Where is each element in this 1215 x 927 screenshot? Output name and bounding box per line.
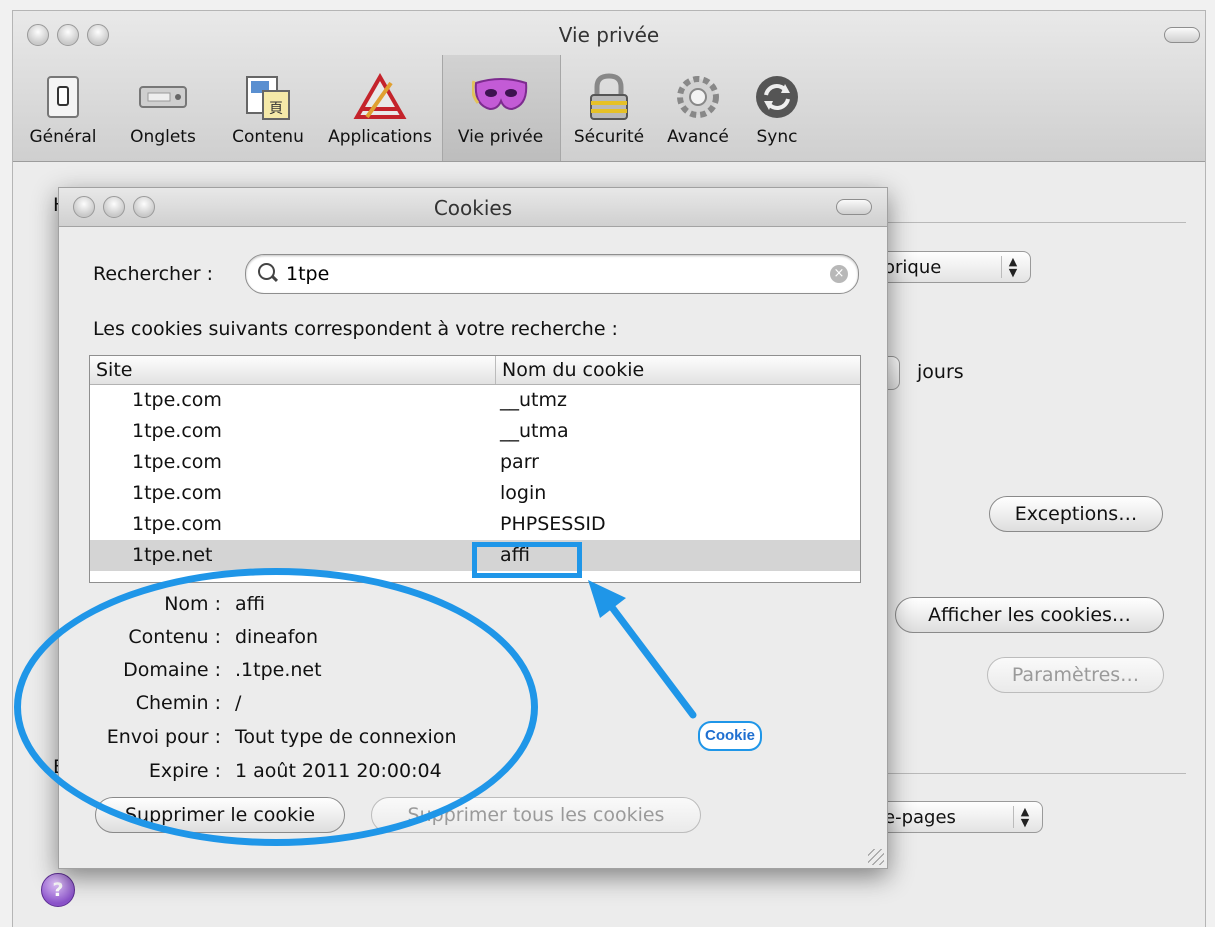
tab-applications[interactable]: Applications [318,67,442,147]
cookies-title: Cookies [433,196,513,220]
cell-site: 1tpe.com [132,513,222,535]
window-title: Vie privée [558,23,660,47]
svg-text:頁: 頁 [269,101,283,117]
sync-icon [756,76,798,118]
tab-general[interactable]: Général [13,67,113,147]
section-divider-bottom [883,773,1186,774]
cell-site: 1tpe.com [132,420,222,442]
cell-cookie-name: PHPSESSID [500,513,606,535]
preferences-toolbar: Général Onglets 頁 Contenu Applications V… [13,67,1205,153]
privacy-mask-icon [471,78,527,111]
popup-arrows-icon: ▲ ▼ [1001,256,1024,278]
tab-tabs[interactable]: Onglets [113,67,213,147]
help-button[interactable]: ? [41,873,75,907]
column-header-site[interactable]: Site [96,359,132,381]
toolbar-toggle-button[interactable] [1164,27,1200,43]
pages-popup[interactable]: e-pages ▲ ▼ [873,801,1043,833]
cell-cookie-name: parr [500,451,539,473]
search-input[interactable] [284,260,828,288]
search-label: Rechercher : [93,263,214,285]
padlock-icon [590,73,628,120]
cell-cookie-name: login [500,482,547,504]
preferences-titlebar: Vie privée Général Onglets 頁 Contenu App… [13,11,1205,162]
cell-site: 1tpe.com [132,482,222,504]
resize-grip-icon[interactable] [868,849,884,865]
table-row[interactable]: 1tpe.com __utma [90,416,860,447]
tab-advanced[interactable]: Avancé [653,67,743,147]
tab-privacy[interactable]: Vie privée [442,67,559,147]
cell-cookie-name: __utmz [500,389,567,411]
cell-cookie-name: __utma [500,420,569,442]
history-popup[interactable]: orique ▲ ▼ [873,251,1031,283]
column-header-cookie-name[interactable]: Nom du cookie [502,359,644,381]
content-icon: 頁 [246,76,290,120]
tab-security[interactable]: Sécurité [559,67,659,147]
results-label: Les cookies suivants correspondent à vot… [93,318,618,340]
clear-search-icon[interactable]: × [830,265,848,283]
exceptions-button[interactable]: Exceptions… [989,496,1163,532]
tabs-icon [139,86,187,108]
table-header: Site Nom du cookie [90,356,860,385]
table-row[interactable]: 1tpe.com parr [90,447,860,478]
tab-content[interactable]: 頁 Contenu [213,67,323,147]
annotation-ellipse [14,568,538,846]
show-cookies-button[interactable]: Afficher les cookies… [895,597,1164,633]
table-row[interactable]: 1tpe.com __utmz [90,385,860,416]
popup-arrows-icon: ▲ ▼ [1013,806,1036,828]
cookies-toolbar-toggle[interactable] [836,199,872,215]
cell-site: 1tpe.com [132,451,222,473]
applications-icon [353,73,407,119]
annotation-highlight-box [472,542,582,578]
section-divider [883,222,1186,223]
days-label: jours [917,361,964,383]
table-row[interactable]: 1tpe.com PHPSESSID [90,509,860,540]
cell-site: 1tpe.com [132,389,222,411]
table-row[interactable]: 1tpe.com login [90,478,860,509]
settings-button[interactable]: Paramètres… [987,657,1164,693]
general-switch-icon [47,76,79,118]
cell-site: 1tpe.net [132,544,213,566]
search-icon [258,263,275,280]
gear-icon [677,76,719,118]
cookies-titlebar: Cookies [59,188,887,227]
column-separator [495,356,496,384]
search-field[interactable]: × [245,254,859,294]
annotation-label: Cookie [698,721,763,751]
tab-sync[interactable]: Sync [739,67,815,147]
